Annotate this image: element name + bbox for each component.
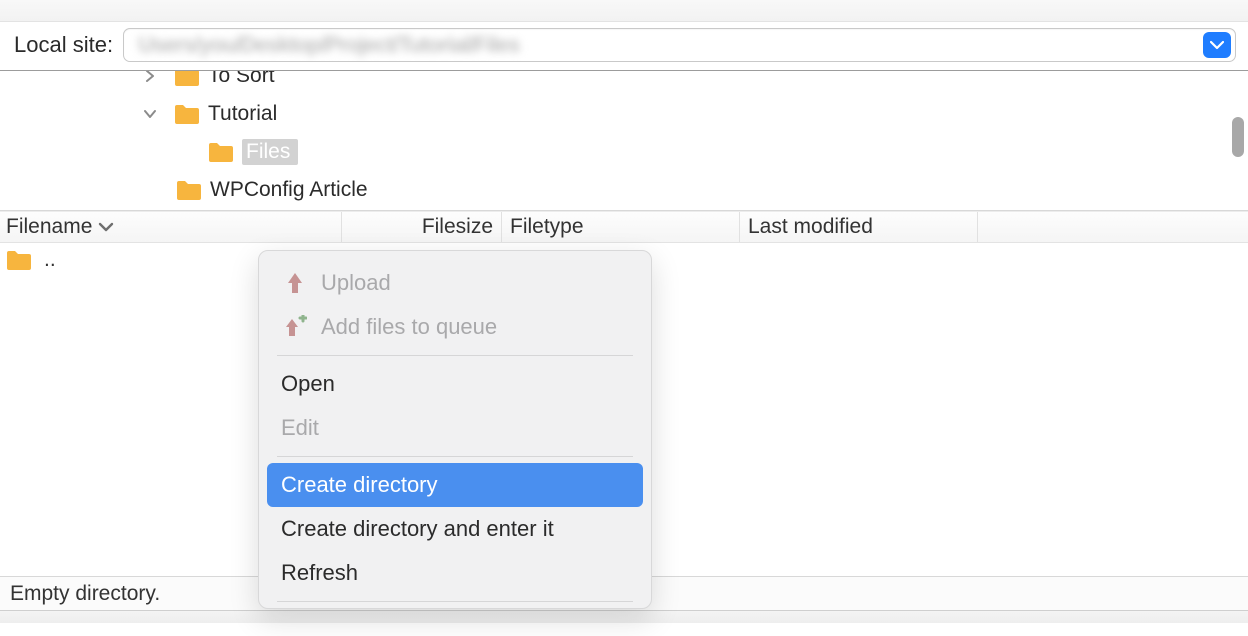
menu-separator (277, 456, 633, 457)
menu-item-open[interactable]: Open (259, 362, 651, 406)
local-site-path-value: Users/you/Desktop/Project/Tutorial/Files (138, 32, 519, 58)
menu-item-refresh[interactable]: Refresh (259, 551, 651, 595)
tree-row-files[interactable]: Files (0, 133, 1248, 171)
column-label: Filesize (422, 215, 493, 239)
file-context-menu[interactable]: Upload Add files to queue Open Edit Crea… (258, 250, 652, 609)
menu-label: Edit (281, 415, 319, 441)
chevron-down-icon[interactable] (140, 104, 160, 124)
menu-label: Create directory (281, 472, 438, 498)
menu-item-edit: Edit (259, 406, 651, 450)
tree-label: WPConfig Article (210, 178, 368, 202)
upload-arrow-plus-icon (281, 313, 309, 341)
sort-chevron-down-icon (98, 215, 114, 239)
column-label: Filetype (510, 215, 584, 239)
local-site-path-bar: Local site: Users/you/Desktop/Project/Tu… (0, 22, 1248, 71)
status-text: Empty directory. (10, 582, 160, 606)
menu-item-create-directory[interactable]: Create directory (267, 463, 643, 507)
menu-label: Upload (321, 270, 391, 296)
path-dropdown-button[interactable] (1203, 32, 1231, 58)
parent-dir-label: .. (44, 248, 56, 272)
chevron-right-icon[interactable] (140, 71, 160, 86)
local-folder-tree[interactable]: To Sort Tutorial Files (0, 71, 1248, 211)
local-site-label: Local site: (14, 32, 113, 58)
tree-scrollbar[interactable] (1232, 117, 1244, 157)
column-filetype[interactable]: Filetype (502, 212, 740, 242)
menu-label: Open (281, 371, 335, 397)
tree-label: Tutorial (208, 102, 277, 126)
tree-row-tutorial[interactable]: Tutorial (0, 95, 1248, 133)
column-label: Filename (6, 215, 92, 239)
upload-arrow-icon (281, 269, 309, 297)
folder-icon (176, 179, 202, 201)
tree-row-wpconfig-article[interactable]: WPConfig Article (0, 171, 1248, 209)
menu-separator (277, 601, 633, 602)
menu-label: Create directory and enter it (281, 516, 554, 542)
menu-label: Add files to queue (321, 314, 497, 340)
column-filesize[interactable]: Filesize (342, 212, 502, 242)
folder-icon (174, 103, 200, 125)
tree-row-to-sort[interactable]: To Sort (0, 71, 1248, 95)
column-last-modified[interactable]: Last modified (740, 212, 978, 242)
folder-icon (174, 71, 200, 87)
column-label: Last modified (748, 215, 873, 239)
menu-item-create-directory-enter[interactable]: Create directory and enter it (259, 507, 651, 551)
column-filename[interactable]: Filename (0, 212, 342, 242)
folder-icon (6, 249, 32, 271)
window-toolbar-strip (0, 0, 1248, 22)
tree-label: To Sort (208, 71, 275, 88)
tree-label-selected: Files (242, 139, 298, 165)
chevron-down-icon (1210, 40, 1224, 50)
local-site-path-field[interactable]: Users/you/Desktop/Project/Tutorial/Files (123, 28, 1236, 62)
window-bottom-strip (0, 611, 1248, 623)
folder-icon (208, 141, 234, 163)
column-spacer (978, 212, 1248, 242)
menu-label: Refresh (281, 560, 358, 586)
menu-separator (277, 355, 633, 356)
menu-item-add-to-queue: Add files to queue (259, 305, 651, 349)
menu-item-upload: Upload (259, 261, 651, 305)
file-list-columns: Filename Filesize Filetype Last modified (0, 211, 1248, 243)
